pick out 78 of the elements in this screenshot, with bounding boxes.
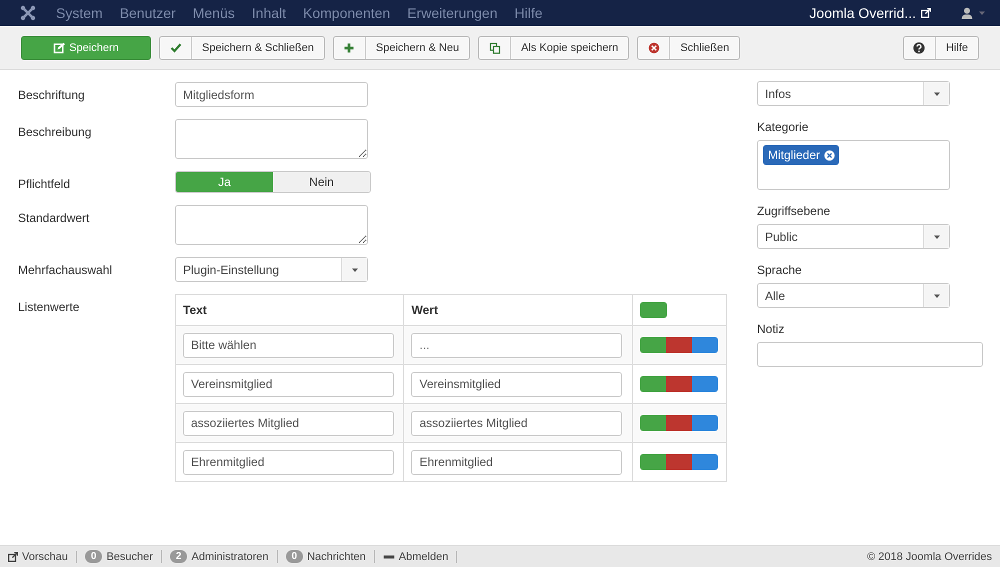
text-field[interactable]: Vereinsmitglied [411, 372, 622, 396]
tag-chip[interactable]: Mitglieder [763, 145, 840, 165]
caret-icon [932, 232, 940, 240]
text-field[interactable]: Bitte wählen [183, 332, 394, 358]
caret-icon [932, 292, 940, 300]
count-badge: 0 [84, 550, 102, 563]
caret-icon [350, 266, 358, 274]
select-field[interactable]: Alle [757, 283, 950, 308]
toolbar-button[interactable]: Speichern & Neu [332, 36, 470, 60]
status-link[interactable]: Besucher [106, 550, 153, 562]
plus-icon [343, 42, 356, 54]
text-field[interactable]: Ehrenmitglied [183, 450, 394, 474]
move-button[interactable] [692, 415, 718, 431]
tag-field[interactable]: Mitglieder [757, 140, 950, 190]
field-label: Notiz [757, 322, 786, 336]
field-label: Pflichtfeld [18, 176, 72, 193]
caret-icon [978, 9, 986, 17]
caret-icon [932, 90, 940, 98]
text-field[interactable]: Mitgliedsform [175, 82, 368, 107]
text-field[interactable]: Ehrenmitglied [411, 450, 622, 474]
user-icon [961, 7, 973, 19]
text-field[interactable] [757, 342, 983, 367]
move-button[interactable] [692, 376, 718, 392]
add-button[interactable] [640, 302, 667, 318]
toolbar-button[interactable]: Speichern & Schließen [159, 36, 325, 60]
add-button[interactable] [640, 376, 666, 392]
field-label: Listenwerte [18, 299, 80, 316]
check-icon [170, 42, 182, 54]
status-link[interactable]: Vorschau [22, 550, 68, 562]
text-field[interactable]: ... [411, 332, 622, 358]
toolbar-button[interactable]: Schließen [637, 36, 740, 60]
add-button[interactable] [640, 337, 666, 353]
text-field[interactable]: assoziiertes Mitglied [183, 410, 394, 436]
copy-icon [488, 42, 501, 54]
count-badge: 0 [286, 550, 304, 563]
select-field[interactable]: Infos [757, 81, 950, 106]
text-field[interactable]: assoziiertes Mitglied [411, 410, 622, 436]
menu-item[interactable]: Benutzer [120, 5, 176, 21]
add-button[interactable] [640, 415, 666, 431]
toggle-option[interactable]: Nein [273, 172, 370, 192]
help-button[interactable]: Hilfe [902, 36, 979, 60]
external-link-icon [8, 552, 18, 562]
field-label: Sprache [757, 263, 803, 277]
remove-icon [824, 150, 836, 160]
toolbar-button[interactable]: Als Kopie speichern [478, 36, 630, 60]
user-menu[interactable] [961, 7, 986, 19]
status-link[interactable]: Administratoren [191, 550, 269, 562]
field-label: Beschriftung [18, 87, 86, 104]
column-header: Text [176, 294, 404, 326]
textarea-field[interactable] [175, 119, 368, 159]
menu-item[interactable]: Erweiterungen [407, 5, 498, 21]
column-header: Wert [404, 294, 632, 326]
field-label: Standardwert [18, 210, 90, 227]
select-field[interactable]: Public [757, 224, 950, 249]
move-button[interactable] [692, 454, 718, 470]
select-field[interactable]: Plugin-Einstellung [175, 257, 368, 282]
menu-item[interactable]: Menüs [192, 5, 235, 21]
count-badge: 2 [170, 550, 188, 563]
field-label: Beschreibung [18, 124, 92, 141]
help-icon [913, 42, 926, 54]
menu-item[interactable]: Komponenten [303, 5, 390, 21]
menu-item[interactable]: Hilfe [514, 5, 542, 21]
move-button[interactable] [692, 337, 718, 353]
text-field[interactable]: Vereinsmitglied [183, 372, 394, 396]
external-link-icon [921, 8, 931, 18]
menu-item[interactable]: System [56, 5, 103, 21]
status-link[interactable]: Abmelden [398, 550, 448, 562]
copyright-text: © 2018 Joomla Overrides [867, 550, 992, 562]
site-link[interactable]: Joomla Overrid... [809, 5, 931, 21]
field-label: Mehrfachauswahl [18, 262, 114, 279]
textarea-field[interactable] [175, 205, 368, 245]
field-label: Kategorie [757, 120, 810, 134]
status-link[interactable]: Nachrichten [307, 550, 366, 562]
field-label: Zugriffsebene [757, 204, 832, 218]
close-icon [648, 42, 660, 54]
menu-item[interactable]: Inhalt [252, 5, 286, 21]
edit-icon [53, 42, 66, 54]
add-button[interactable] [640, 454, 666, 470]
